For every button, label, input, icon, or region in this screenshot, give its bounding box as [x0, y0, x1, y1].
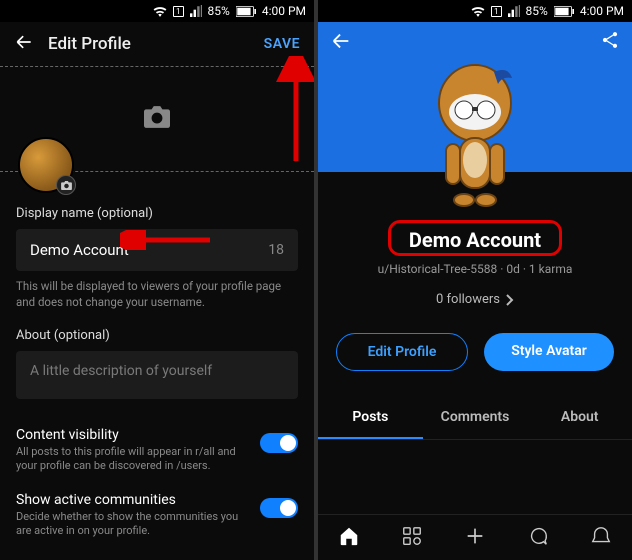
create-icon[interactable] [464, 525, 486, 551]
back-icon[interactable] [330, 30, 352, 56]
chevron-right-icon [506, 294, 514, 306]
profile-tabs: Posts Comments About [318, 397, 632, 440]
style-avatar-button[interactable]: Style Avatar [484, 333, 614, 371]
home-icon[interactable] [338, 525, 360, 551]
display-name-value: Demo Account [30, 241, 268, 259]
tab-comments[interactable]: Comments [423, 397, 528, 439]
display-name-label: Display name (optional) [16, 206, 298, 221]
share-icon[interactable] [600, 30, 620, 54]
status-bar: 1 85% 4:00 PM [318, 0, 632, 22]
profile-display-name: Demo Account [397, 224, 553, 256]
tab-about[interactable]: About [527, 397, 632, 439]
about-section: About (optional) A little description of… [0, 310, 314, 399]
battery-icon [236, 6, 256, 17]
profile-banner [318, 22, 632, 172]
show-communities-sub: Decide whether to show the communities y… [16, 510, 250, 539]
followers-link[interactable]: 0 followers [436, 292, 514, 307]
content-visibility-sub: All posts to this profile will appear in… [16, 445, 250, 474]
back-icon[interactable] [14, 32, 34, 56]
battery-percent: 85% [208, 4, 230, 18]
avatar-upload[interactable] [18, 137, 74, 193]
profile-view-screen: 1 85% 4:00 PM Demo Accou [318, 0, 632, 560]
display-name-hint: This will be displayed to viewers of you… [16, 279, 298, 310]
wifi-icon [471, 5, 485, 17]
about-input[interactable]: A little description of yourself [16, 351, 298, 399]
sim-indicator: 1 [173, 6, 184, 17]
avatar-mascot [420, 48, 530, 218]
camera-icon [144, 106, 170, 132]
save-button[interactable]: SAVE [264, 36, 300, 52]
battery-percent: 85% [526, 4, 548, 18]
clock: 4:00 PM [580, 4, 624, 18]
edit-profile-screen: 1 85% 4:00 PM Edit Profile SAVE Display … [0, 0, 314, 560]
content-visibility-title: Content visibility [16, 427, 250, 443]
tab-posts[interactable]: Posts [318, 397, 423, 439]
camera-icon [56, 175, 76, 195]
banner-upload-zone[interactable] [0, 66, 314, 172]
followers-count: 0 followers [436, 292, 500, 307]
inbox-icon[interactable] [590, 525, 612, 551]
page-title: Edit Profile [48, 34, 250, 54]
content-visibility-row: Content visibility All posts to this pro… [0, 427, 314, 474]
sim-indicator: 1 [491, 6, 502, 17]
browse-icon[interactable] [401, 525, 423, 551]
clock: 4:00 PM [262, 4, 306, 18]
signal-icon [190, 5, 202, 17]
bottom-nav [318, 514, 632, 560]
signal-icon [508, 5, 520, 17]
edit-profile-header: Edit Profile SAVE [0, 22, 314, 66]
wifi-icon [153, 5, 167, 17]
show-communities-row: Show active communities Decide whether t… [0, 492, 314, 539]
edit-profile-button[interactable]: Edit Profile [336, 333, 468, 371]
show-communities-toggle[interactable] [260, 498, 298, 518]
profile-userline: u/Historical-Tree-5588 · 0d · 1 karma [318, 262, 632, 276]
display-name-input[interactable]: Demo Account 18 [16, 229, 298, 271]
chat-icon[interactable] [527, 525, 549, 551]
content-visibility-toggle[interactable] [260, 433, 298, 453]
battery-icon [554, 6, 574, 17]
about-label: About (optional) [16, 328, 298, 343]
show-communities-title: Show active communities [16, 492, 250, 508]
status-bar: 1 85% 4:00 PM [0, 0, 314, 22]
profile-actions: Edit Profile Style Avatar [318, 333, 632, 371]
char-counter: 18 [268, 242, 284, 258]
